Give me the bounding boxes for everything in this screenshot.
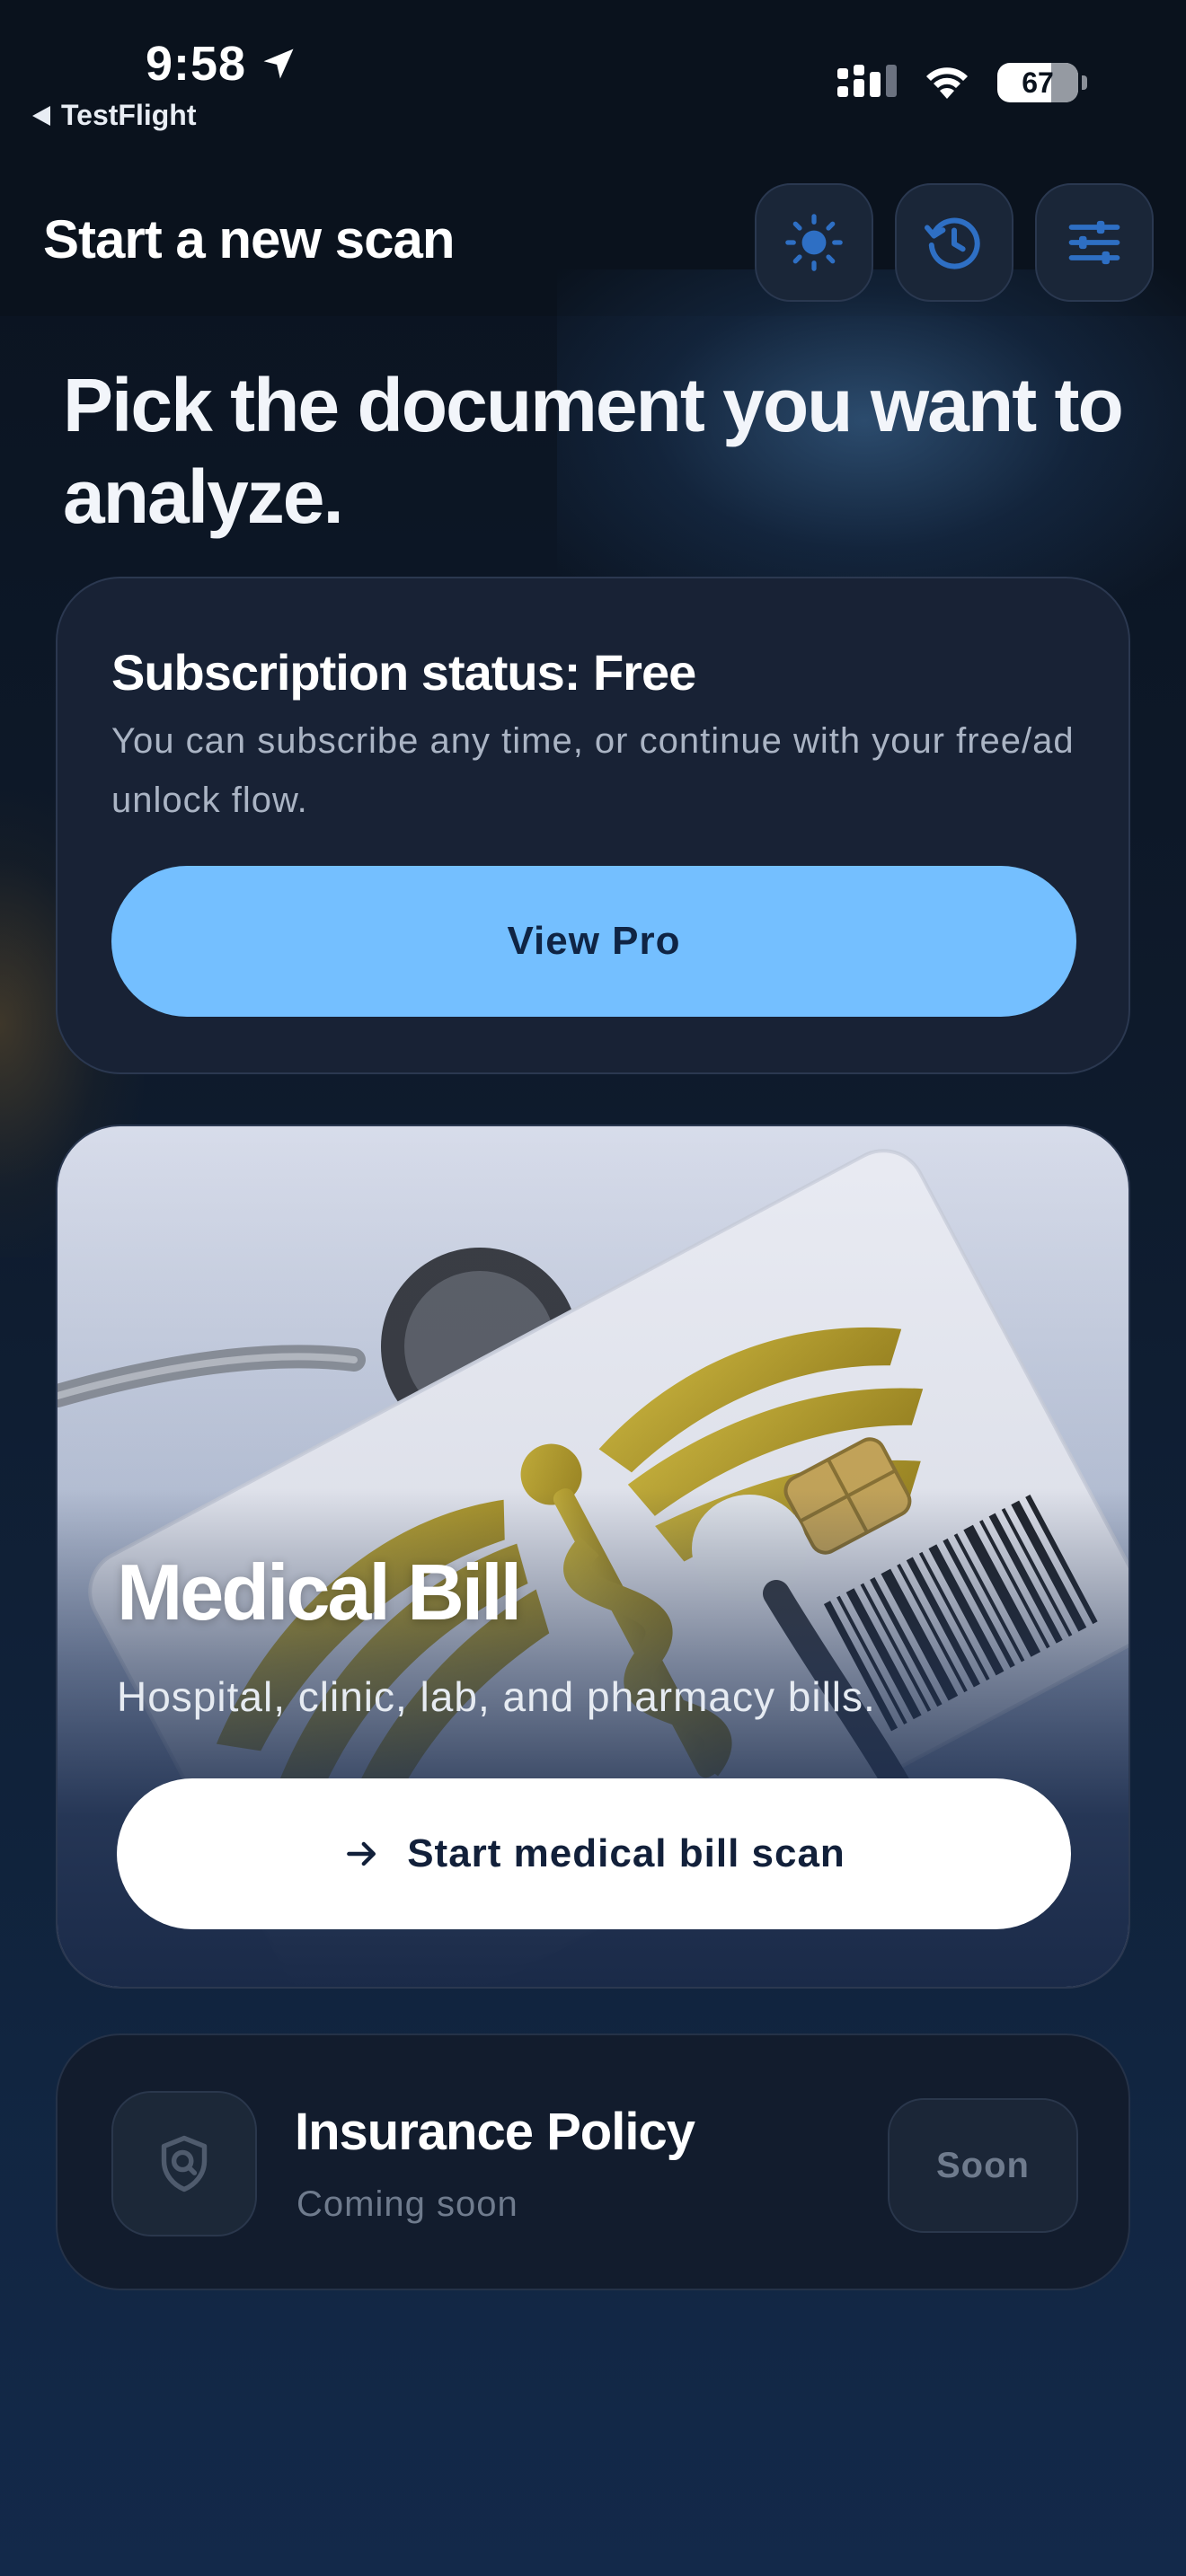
- status-time: 9:58: [146, 36, 298, 92]
- history-button[interactable]: [895, 183, 1013, 302]
- page-headline: Pick the document you want to analyze.: [63, 363, 1124, 539]
- sliders-icon: [1068, 220, 1120, 265]
- wifi-icon: [926, 67, 968, 99]
- page-title: Start a new scan: [43, 209, 456, 269]
- subscription-title: Subscription status: Free: [111, 644, 696, 701]
- soon-badge-button: Soon: [888, 2098, 1078, 2233]
- medical-bill-title: Medical Bill: [117, 1548, 522, 1636]
- subscription-description: You can subscribe any time, or continue …: [111, 721, 1075, 820]
- start-medical-scan-label: Start medical bill scan: [407, 1831, 845, 1875]
- scan-screen: 9:58 TestFlight 67 Start a new scan Pick…: [0, 0, 1186, 2576]
- battery-level: 67: [1022, 66, 1054, 99]
- sun-icon: [785, 214, 843, 271]
- back-triangle-icon: [32, 105, 50, 126]
- medical-bill-subtitle: Hospital, clinic, lab, and pharmacy bill…: [117, 1673, 876, 1720]
- start-medical-scan-button[interactable]: Start medical bill scan: [117, 1778, 1071, 1929]
- status-indicators: 67: [837, 63, 1087, 102]
- back-app-label: TestFlight: [61, 99, 197, 131]
- subscription-card: Subscription status: Free You can subscr…: [56, 577, 1130, 1074]
- settings-button[interactable]: [1035, 183, 1154, 302]
- view-pro-button[interactable]: View Pro: [111, 866, 1076, 1017]
- location-arrow-icon: [263, 49, 294, 79]
- battery-indicator: 67: [997, 63, 1087, 102]
- insurance-policy-title: Insurance Policy: [295, 2103, 695, 2161]
- back-to-app[interactable]: TestFlight: [32, 99, 197, 132]
- status-time-text: 9:58: [146, 37, 247, 91]
- history-icon: [925, 217, 980, 269]
- medical-bill-card[interactable]: Medical Bill Hospital, clinic, lab, and …: [56, 1125, 1130, 1989]
- insurance-policy-subtitle: Coming soon: [296, 2184, 518, 2224]
- shield-search-icon: [161, 2135, 208, 2192]
- insurance-policy-card: Insurance Policy Coming soon Soon: [56, 2033, 1130, 2290]
- cellular-signal-icon: [837, 65, 897, 97]
- arrow-right-icon: [347, 1841, 376, 1866]
- theme-toggle-button[interactable]: [755, 183, 873, 302]
- insurance-icon-tile: [111, 2091, 257, 2236]
